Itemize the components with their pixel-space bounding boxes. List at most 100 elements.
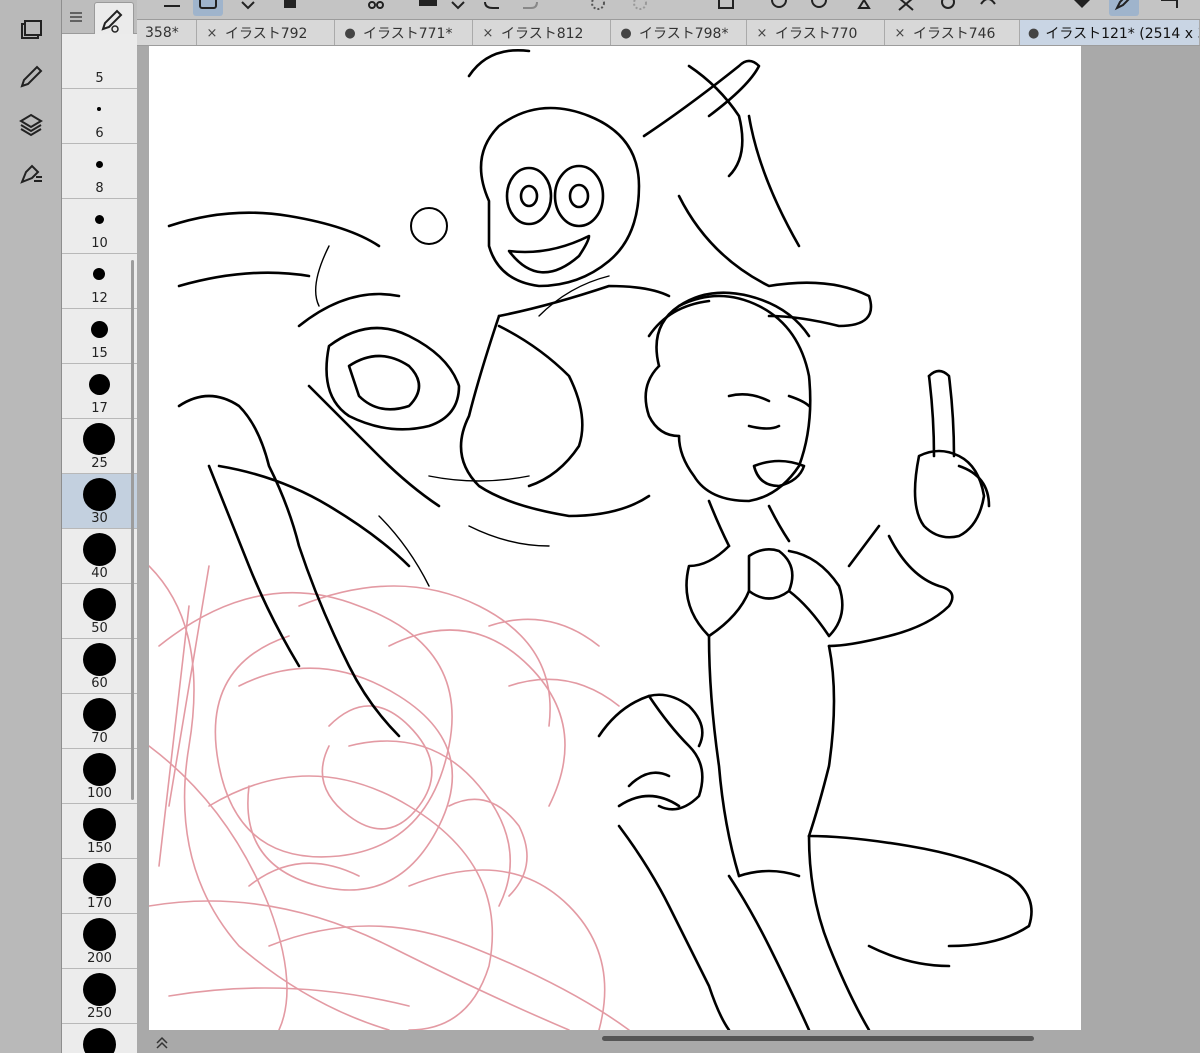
layers-icon[interactable] xyxy=(14,108,48,142)
ink-layer xyxy=(167,49,1033,1030)
brush-size-cell[interactable]: 150 xyxy=(62,804,137,859)
loading-icon[interactable] xyxy=(583,0,613,16)
brush-preview-dot xyxy=(82,643,116,676)
transform-icon[interactable] xyxy=(711,0,741,16)
document-tab[interactable]: × イラスト746 xyxy=(885,20,1020,45)
brush-size-cell[interactable]: 40 xyxy=(62,529,137,584)
brush-size-cell[interactable]: 12 xyxy=(62,254,137,309)
brush-size-label: 8 xyxy=(95,181,104,196)
heart-icon[interactable] xyxy=(1067,0,1097,16)
left-icon-rail xyxy=(0,0,62,1053)
document-tab[interactable]: ● イラスト121* (2514 x 30 xyxy=(1020,20,1200,45)
tab-label: イラスト746 xyxy=(913,26,996,42)
pen-icon[interactable] xyxy=(1109,0,1139,16)
brush-size-cell[interactable]: 30 xyxy=(62,474,137,529)
brush-size-label: 10 xyxy=(91,236,108,251)
app-window: 5 6 8 10 12 15 17 25 30 40 50 60 70 100 150 170 200 250 30… xyxy=(0,0,1200,1053)
unsaved-dot-icon[interactable]: ● xyxy=(1028,26,1039,41)
unsaved-dot-icon[interactable]: ● xyxy=(343,26,357,41)
zoom-out-icon[interactable] xyxy=(805,0,835,16)
screenshot-icon[interactable] xyxy=(193,0,223,16)
close-icon[interactable]: × xyxy=(893,26,907,41)
fill-icon[interactable] xyxy=(413,0,443,16)
brush-size-label: 170 xyxy=(87,896,112,911)
rough-sketch-layer xyxy=(149,565,630,1030)
brush-size-cell[interactable]: 8 xyxy=(62,144,137,199)
brush-size-cell[interactable]: 17 xyxy=(62,364,137,419)
tab-label: イラスト770 xyxy=(775,26,858,42)
canvas[interactable] xyxy=(149,46,1081,1030)
brush-preview-dot xyxy=(82,533,116,566)
palette-menu-icon[interactable] xyxy=(70,12,82,22)
brush-preview-dot xyxy=(83,423,115,455)
brush-size-cell[interactable]: 170 xyxy=(62,859,137,914)
brush-size-tab[interactable] xyxy=(94,2,134,34)
brush-icon[interactable] xyxy=(14,60,48,94)
tab-label: イラスト792 xyxy=(225,26,308,42)
undo-icon[interactable] xyxy=(477,0,507,16)
vector-pen-icon[interactable] xyxy=(14,156,48,190)
chevron-down-icon-2[interactable] xyxy=(443,0,473,16)
rotate-icon[interactable] xyxy=(849,0,879,16)
horizontal-scrollbar[interactable] xyxy=(602,1036,1034,1041)
brush-size-label: 12 xyxy=(91,291,108,306)
brush-preview-dot xyxy=(82,588,116,621)
tab-label: イラスト798* xyxy=(639,26,729,42)
chevron-down-icon[interactable] xyxy=(233,0,263,16)
close-icon[interactable]: × xyxy=(205,26,219,41)
brush-size-palette: 5 6 8 10 12 15 17 25 30 40 50 60 70 100 150 170 200 250 30… xyxy=(62,0,137,1053)
brush-size-label: 70 xyxy=(91,731,108,746)
document-tab[interactable]: ● イラスト771* xyxy=(335,20,473,45)
copy-icon[interactable] xyxy=(275,0,305,16)
brush-size-label: 40 xyxy=(91,566,108,581)
edit-icon[interactable] xyxy=(1155,0,1185,16)
brush-size-label: 50 xyxy=(91,621,108,636)
brush-preview-dot xyxy=(82,1028,116,1053)
brush-size-label: 30 xyxy=(91,511,108,526)
tab-label: イラスト771* xyxy=(363,26,453,42)
loading-icon-2[interactable] xyxy=(625,0,655,16)
brush-size-cell[interactable]: 10 xyxy=(62,199,137,254)
brush-size-label: 5 xyxy=(95,71,104,86)
document-tab[interactable]: ● イラスト798* xyxy=(611,20,747,45)
brush-size-cell[interactable]: 300 xyxy=(62,1024,137,1053)
brush-size-cell[interactable]: 70 xyxy=(62,694,137,749)
reset-view-icon[interactable] xyxy=(973,0,1003,16)
close-icon[interactable]: × xyxy=(481,26,495,41)
brush-size-cell[interactable]: 6 xyxy=(62,89,137,144)
brush-preview-dot xyxy=(82,808,116,841)
brush-size-cell[interactable]: 200 xyxy=(62,914,137,969)
canvas-icon[interactable] xyxy=(14,14,48,48)
close-icon[interactable]: × xyxy=(755,26,769,41)
rotate-right-icon[interactable] xyxy=(933,0,963,16)
brush-size-cell[interactable]: 60 xyxy=(62,639,137,694)
command-bar xyxy=(137,0,1200,20)
palette-header xyxy=(62,0,137,34)
brush-preview-dot xyxy=(82,478,116,511)
unsaved-dot-icon[interactable]: ● xyxy=(619,26,633,41)
brush-preview-dot xyxy=(95,160,103,168)
canvas-area xyxy=(137,46,1200,1053)
brush-preview-dot xyxy=(90,320,108,338)
brush-size-cell[interactable]: 15 xyxy=(62,309,137,364)
palette-scrollbar[interactable] xyxy=(131,260,134,800)
menu-icon[interactable] xyxy=(157,0,187,16)
document-tabs: 358* × イラスト792 ● イラスト771* × イラスト812 ● イラスト798* × イ… xyxy=(137,20,1200,46)
brush-size-label: 150 xyxy=(87,841,112,856)
brush-size-cell[interactable]: 25 xyxy=(62,419,137,474)
document-tab[interactable]: × イラスト792 xyxy=(197,20,335,45)
brush-preview-dot xyxy=(82,863,116,896)
move-icon[interactable] xyxy=(891,0,921,16)
brush-size-cell[interactable]: 5 xyxy=(62,34,137,89)
brush-size-cell[interactable]: 250 xyxy=(62,969,137,1024)
redo-icon[interactable] xyxy=(515,0,545,16)
brush-size-cell[interactable]: 100 xyxy=(62,749,137,804)
zoom-in-icon[interactable] xyxy=(765,0,795,16)
brush-size-cell[interactable]: 50 xyxy=(62,584,137,639)
brush-preview-dot xyxy=(93,268,105,280)
chevron-up-icon[interactable] xyxy=(155,1035,169,1049)
document-tab[interactable]: × イラスト770 xyxy=(747,20,885,45)
cut-icon[interactable] xyxy=(361,0,391,16)
document-tab[interactable]: 358* xyxy=(137,20,197,45)
document-tab[interactable]: × イラスト812 xyxy=(473,20,611,45)
